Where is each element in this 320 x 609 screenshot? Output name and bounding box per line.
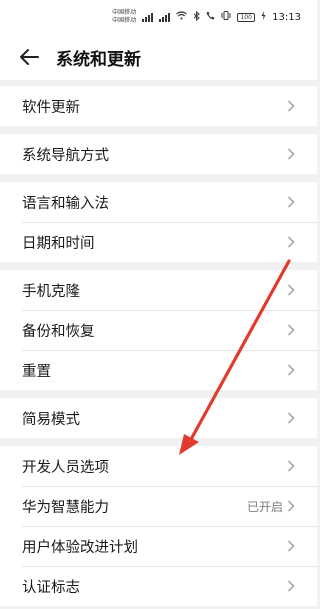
settings-item-date-time[interactable]: 日期和时间	[0, 222, 317, 262]
group-simple-mode: 简易模式	[0, 398, 317, 438]
chevron-right-icon	[287, 100, 295, 112]
chevron-right-icon	[287, 412, 295, 424]
chevron-right-icon	[287, 196, 295, 208]
settings-item-software-update[interactable]: 软件更新	[0, 86, 317, 126]
settings-item-label: 日期和时间	[22, 235, 95, 252]
status-text: 已开启	[246, 499, 283, 514]
charging-icon	[261, 11, 266, 23]
settings-item-simple-mode[interactable]: 简易模式	[0, 398, 317, 438]
group-backup: 手机克隆 备份和恢复 重置	[0, 270, 317, 390]
settings-item-label: 备份和恢复	[22, 323, 95, 340]
chevron-right-icon	[287, 148, 295, 160]
page-title: 系统和更新	[56, 49, 141, 70]
chevron-right-icon	[287, 580, 295, 592]
settings-item-label: 手机克隆	[22, 283, 80, 300]
settings-item-label: 重置	[22, 363, 51, 380]
carrier-info: 中国移动 中国移动	[112, 9, 136, 25]
app-bar: 系统和更新	[0, 34, 317, 80]
back-arrow-icon[interactable]	[18, 47, 42, 67]
settings-item-user-experience[interactable]: 用户体验改进计划	[0, 526, 317, 566]
settings-item-label: 系统导航方式	[22, 147, 109, 164]
group-developer: 开发人员选项 华为智慧能力 已开启 用户体验改进计划 认证标志	[0, 446, 317, 606]
settings-item-certification[interactable]: 认证标志	[0, 566, 317, 606]
chevron-right-icon	[287, 324, 295, 336]
settings-item-label: 软件更新	[22, 99, 80, 116]
clock: 13:13	[272, 11, 301, 23]
chevron-right-icon	[287, 284, 295, 296]
bluetooth-icon	[193, 10, 200, 24]
settings-item-developer-options[interactable]: 开发人员选项	[0, 446, 317, 486]
settings-item-system-navigation[interactable]: 系统导航方式	[0, 134, 317, 174]
phone-icon	[206, 11, 215, 23]
group-navigation: 系统导航方式	[0, 134, 317, 174]
settings-item-label: 用户体验改进计划	[22, 539, 138, 556]
settings-item-label: 华为智慧能力	[22, 499, 109, 516]
settings-item-label: 简易模式	[22, 411, 80, 428]
chevron-right-icon	[287, 364, 295, 376]
settings-item-label: 认证标志	[22, 579, 80, 596]
wifi-icon	[176, 11, 188, 23]
group-update: 软件更新	[0, 86, 317, 126]
settings-item-reset[interactable]: 重置	[0, 350, 317, 390]
signal-2-icon	[159, 12, 171, 22]
status-bar: 中国移动 中国移动 100 13:13	[0, 0, 317, 34]
carrier-top: 中国移动	[112, 9, 137, 16]
chevron-right-icon	[287, 460, 295, 472]
battery-level: 100	[240, 13, 252, 21]
carrier-bottom: 中国移动	[112, 17, 137, 24]
settings-item-backup-restore[interactable]: 备份和恢复	[0, 310, 317, 350]
settings-item-language-input[interactable]: 语言和输入法	[0, 182, 317, 222]
settings-item-huawei-intelligence[interactable]: 华为智慧能力 已开启	[0, 486, 317, 526]
vibrate-icon	[221, 11, 231, 23]
chevron-right-icon	[287, 500, 295, 512]
group-language-date: 语言和输入法 日期和时间	[0, 182, 317, 262]
signal-1-icon	[142, 12, 154, 22]
chevron-right-icon	[287, 236, 295, 248]
settings-list: 软件更新 系统导航方式 语言和输入法 日期和时间 手机克隆 备份和恢复 重置 简…	[0, 86, 317, 606]
battery-icon: 100	[237, 12, 256, 22]
settings-item-label: 语言和输入法	[22, 195, 109, 212]
chevron-right-icon	[287, 540, 295, 552]
settings-item-phone-clone[interactable]: 手机克隆	[0, 270, 317, 310]
settings-item-label: 开发人员选项	[22, 459, 109, 476]
